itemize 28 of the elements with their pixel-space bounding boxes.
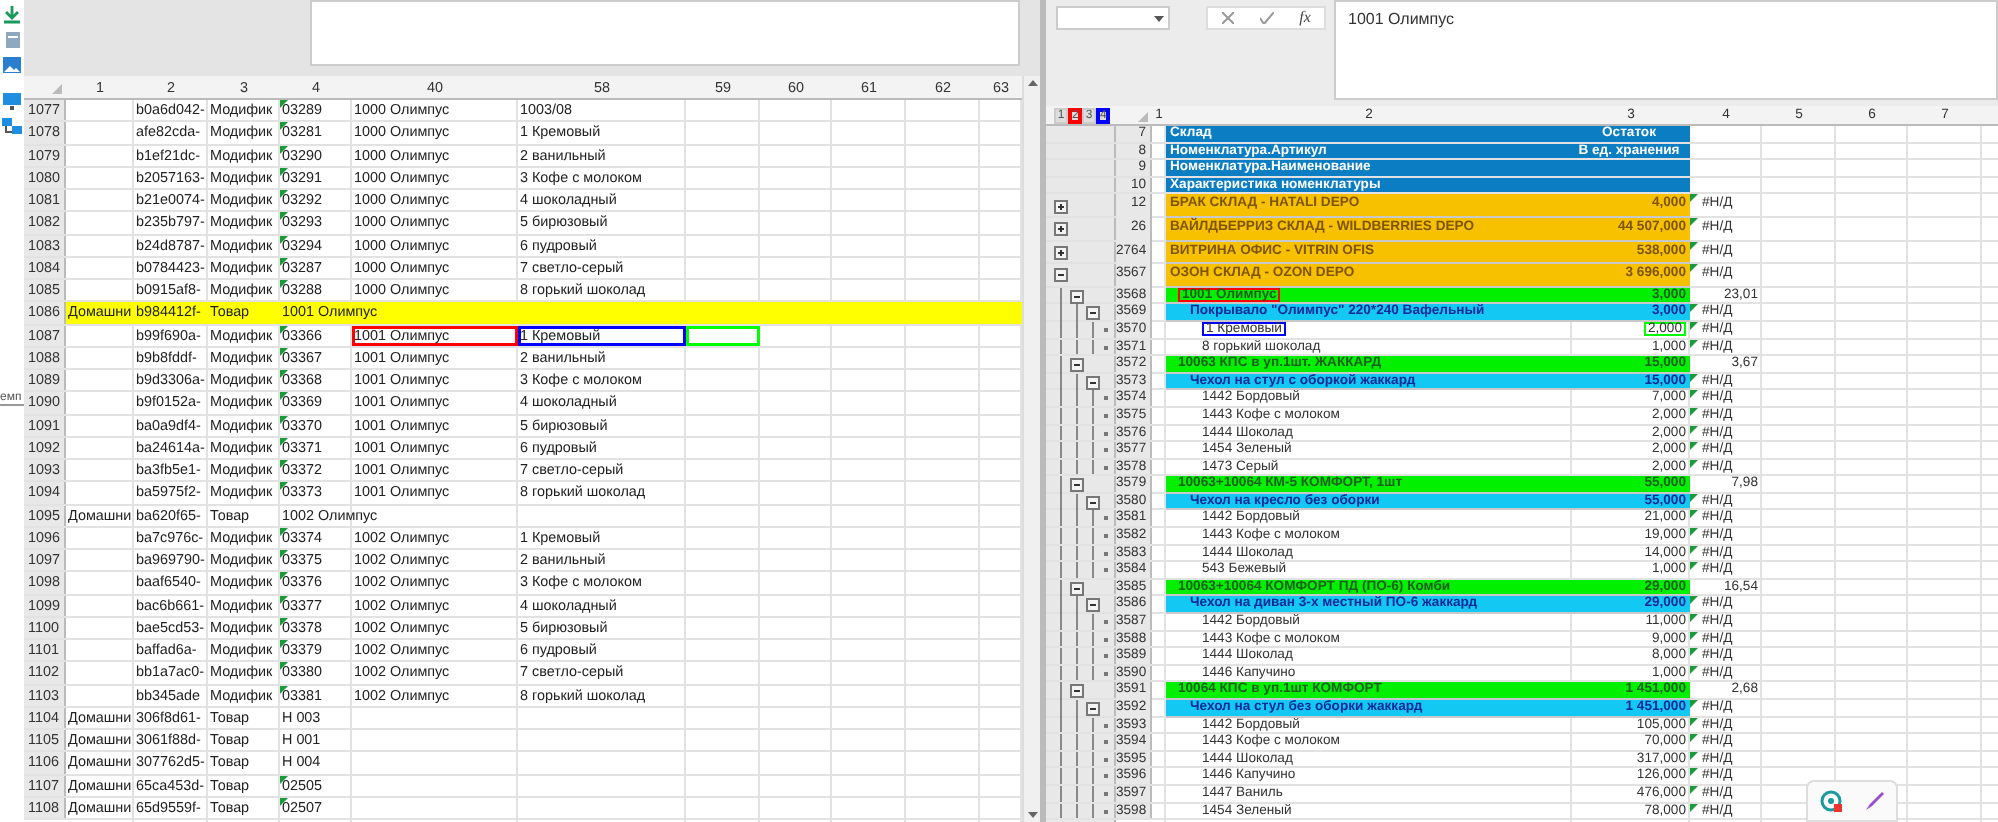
collapse-button[interactable] <box>1070 478 1084 493</box>
enter-icon[interactable] <box>1259 12 1274 24</box>
formula-field[interactable]: 1001 Олимпус <box>1334 0 1998 100</box>
expand-button[interactable] <box>1054 245 1068 260</box>
formula-field[interactable] <box>310 0 1020 66</box>
collapse-button[interactable] <box>1086 375 1100 390</box>
collapse-button[interactable] <box>1054 268 1068 283</box>
cancel-icon[interactable] <box>1221 12 1234 24</box>
collapse-button[interactable] <box>1070 684 1084 699</box>
collapse-button[interactable] <box>1086 495 1100 510</box>
network-icon[interactable] <box>2 116 22 136</box>
collapse-button[interactable] <box>1070 289 1084 304</box>
download-icon[interactable] <box>2 4 22 24</box>
pen-icon[interactable] <box>1863 790 1885 812</box>
collapse-button[interactable] <box>1070 581 1084 596</box>
function-button[interactable]: fx <box>1299 8 1311 28</box>
collapse-button[interactable] <box>1086 306 1100 321</box>
image-icon[interactable] <box>2 56 22 74</box>
collapse-button[interactable] <box>1070 357 1084 372</box>
scroll-down-icon[interactable] <box>1025 810 1039 822</box>
caret-icon <box>1154 15 1164 21</box>
expand-button[interactable] <box>1054 199 1068 214</box>
chat-icon[interactable] <box>1819 790 1841 812</box>
monitor-icon[interactable] <box>2 92 22 110</box>
expand-button[interactable] <box>1054 222 1068 237</box>
scrollbar[interactable] <box>1022 76 1040 822</box>
collapse-button[interactable] <box>1086 701 1100 716</box>
collapse-button[interactable] <box>1086 598 1100 613</box>
